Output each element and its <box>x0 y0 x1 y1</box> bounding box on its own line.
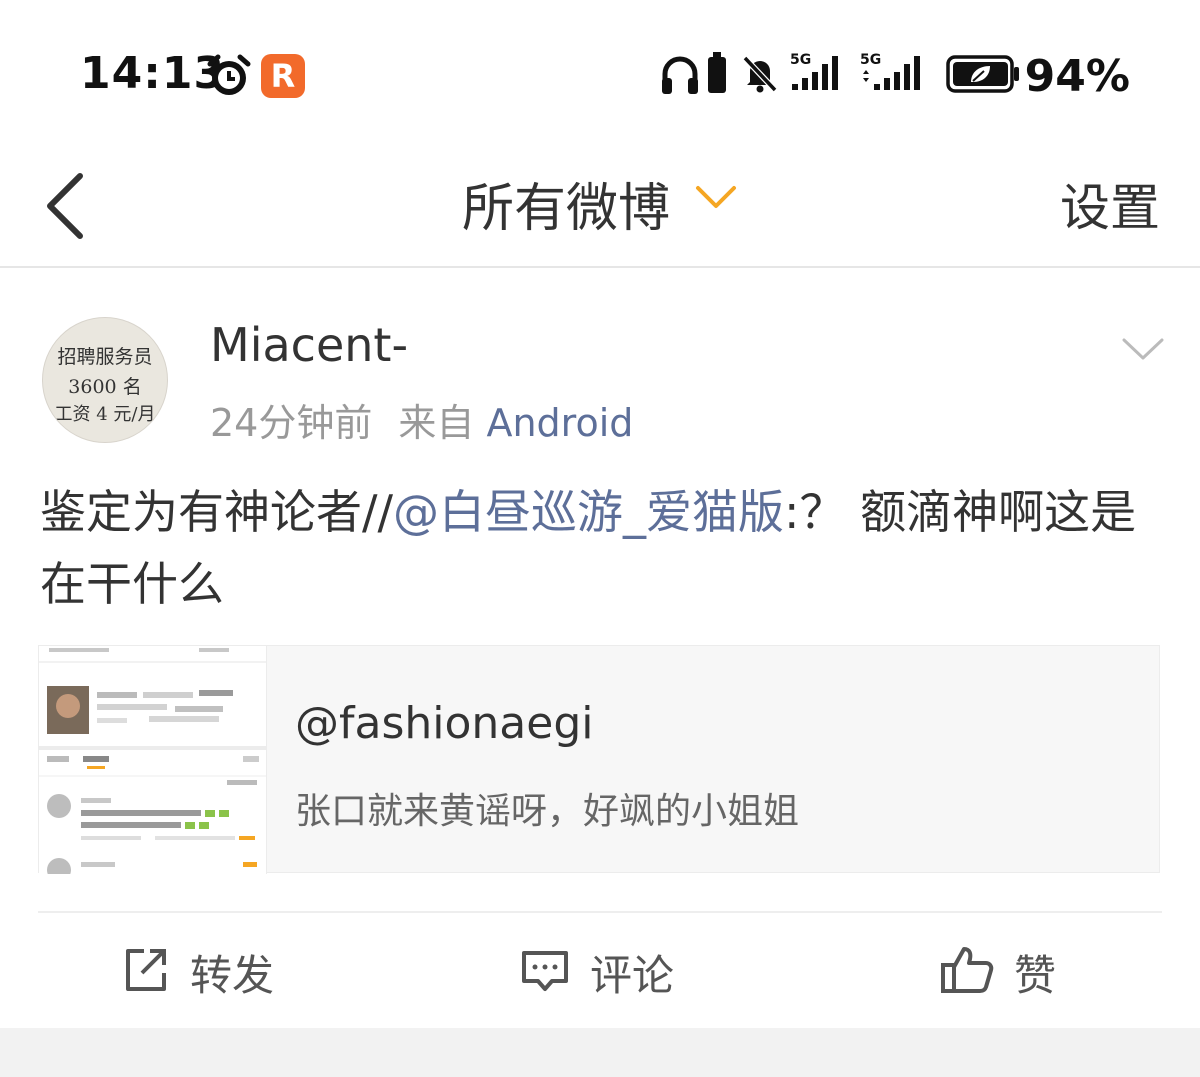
post-time: 24分钟前 <box>210 401 373 445</box>
battery-percent: 94% <box>1024 51 1130 102</box>
comment-icon <box>520 945 570 999</box>
mute-bell-icon <box>740 54 780 98</box>
mention-link[interactable]: @白昼巡游_爱猫版 <box>393 485 784 539</box>
battery-small-icon <box>706 52 728 98</box>
action-divider <box>38 911 1162 913</box>
avatar-text-line: 3600 名 <box>68 376 142 398</box>
thumbs-up-icon <box>940 945 994 999</box>
post-username[interactable]: Miacent- <box>210 318 408 372</box>
alarm-clock-icon <box>206 54 252 102</box>
weibo-post: 招聘服务员 3600 名 工资 4 元/月 Miacent- 24分钟前 来自 A… <box>0 270 1200 1030</box>
avatar-text-line: 工资 4 元/月 <box>54 404 156 425</box>
repost-button[interactable]: 转发 <box>120 942 274 1002</box>
repost-card-username: @fashionaegi <box>295 698 594 749</box>
svg-text:5G: 5G <box>790 52 811 68</box>
post-meta: 24分钟前 来自 Android <box>210 392 633 447</box>
top-nav-bar: 所有微博 设置 <box>0 150 1200 268</box>
svg-text:5G: 5G <box>860 52 881 68</box>
comment-button[interactable]: 评论 <box>520 942 674 1002</box>
feed-filter-title[interactable]: 所有微博 <box>462 166 670 241</box>
repost-label: 转发 <box>190 950 275 1000</box>
repost-thumbnail <box>39 646 267 874</box>
feed-separator <box>0 1028 1200 1077</box>
avatar-text-line: 招聘服务员 <box>57 346 153 368</box>
repost-card-text: 张口就来黄谣呀，好飒的小姐姐 <box>295 791 800 832</box>
comment-label: 评论 <box>590 950 675 1000</box>
post-source-prefix: 来自 <box>398 401 475 445</box>
like-label: 赞 <box>1014 950 1057 1000</box>
status-right-group: 5G 5G 94% <box>660 50 1130 102</box>
back-arrow-icon[interactable] <box>40 164 90 248</box>
signal-5g-2-icon: 5G <box>860 50 930 98</box>
settings-button[interactable]: 设置 <box>1060 168 1160 240</box>
headphones-icon <box>660 54 700 100</box>
battery-icon <box>946 54 1022 98</box>
post-body: 鉴定为有神论者//@白昼巡游_爱猫版:？ 额滴神啊这是在干什么 <box>40 476 1160 620</box>
app-notification-badge: R <box>261 54 305 98</box>
share-icon <box>120 945 170 999</box>
chevron-down-icon[interactable] <box>1120 334 1166 368</box>
post-text-part: 鉴定为有神论者// <box>40 485 393 539</box>
avatar[interactable]: 招聘服务员 3600 名 工资 4 元/月 <box>42 317 168 443</box>
like-button[interactable]: 赞 <box>940 942 1056 1002</box>
status-bar: 14:13 R 5G 5G 94% <box>0 0 1200 150</box>
status-time: 14:13 <box>80 48 226 99</box>
post-source: Android <box>486 401 634 445</box>
repost-card[interactable]: @fashionaegi 张口就来黄谣呀，好飒的小姐姐 <box>38 645 1160 874</box>
signal-5g-icon: 5G <box>790 50 850 98</box>
chevron-down-icon[interactable] <box>694 182 738 216</box>
